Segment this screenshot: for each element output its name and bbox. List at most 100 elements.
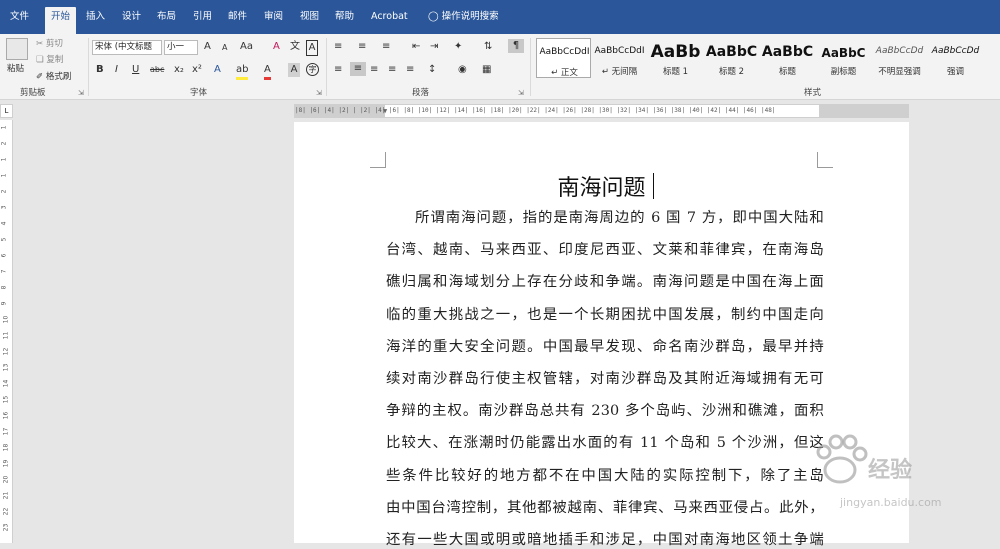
- font-color-button[interactable]: A: [264, 63, 271, 80]
- paw-icon: [816, 434, 868, 484]
- highlight-button[interactable]: ab: [236, 63, 249, 80]
- style-subtle-emphasis[interactable]: AaBbCcDd 不明显强调: [872, 38, 927, 78]
- style-heading-2[interactable]: AaBbC 标题 2: [704, 38, 759, 78]
- grow-font-button[interactable]: A: [204, 40, 211, 54]
- tab-mailings[interactable]: 邮件: [222, 7, 253, 27]
- vruler-number: 16: [2, 411, 10, 420]
- paragraph-line[interactable]: 还有一些大国或明或暗地插手和涉足，中国对南海地区领土争端: [386, 528, 824, 549]
- format-painter-button[interactable]: ✐ 格式刷: [36, 70, 71, 82]
- align-center-icon[interactable]: ≡: [350, 62, 366, 76]
- paste-button[interactable]: 粘贴: [7, 62, 24, 74]
- multilevel-list-icon[interactable]: ≡: [382, 40, 390, 54]
- indent-marker-icon[interactable]: ▼: [383, 105, 387, 117]
- distributed-icon[interactable]: ≡: [406, 63, 414, 77]
- tab-design[interactable]: 设计: [116, 7, 147, 27]
- style-subtitle[interactable]: AaBbC 副标题: [816, 38, 871, 78]
- subscript-button[interactable]: x₂: [174, 63, 184, 77]
- paragraph-group: ≡ ≡ ≡ ⇤ ⇥ ✦ ⇅ ¶ ≡ ≡ ≡ ≡ ≡ ↕ ◉ ▦ 段落 ⇲: [328, 34, 528, 100]
- chinese-layout-icon[interactable]: ✦: [454, 40, 462, 54]
- tab-review[interactable]: 审阅: [258, 7, 289, 27]
- show-marks-icon[interactable]: ¶: [508, 39, 524, 53]
- vruler-number: 14: [2, 379, 10, 388]
- style-normal[interactable]: AaBbCcDdI ↵ 正文: [536, 38, 591, 78]
- increase-indent-icon[interactable]: ⇥: [430, 40, 438, 54]
- tab-file[interactable]: 文件: [4, 7, 35, 27]
- sort-icon[interactable]: ⇅: [484, 40, 492, 54]
- bold-button[interactable]: B: [96, 63, 104, 77]
- font-family-dropdown[interactable]: 宋体 (中文标题: [92, 40, 162, 55]
- vruler-number: 20: [2, 475, 10, 484]
- shading-icon[interactable]: ◉: [458, 63, 467, 77]
- clipboard-launcher-icon[interactable]: ⇲: [78, 89, 84, 97]
- font-launcher-icon[interactable]: ⇲: [316, 89, 322, 97]
- paragraph-line[interactable]: 些条件比较好的地方都不在中国大陆的实际控制下，除了主岛: [386, 464, 824, 485]
- font-size-dropdown[interactable]: 小一: [164, 40, 198, 55]
- justify-icon[interactable]: ≡: [388, 63, 396, 77]
- style-no-spacing[interactable]: AaBbCcDdI ↵ 无间隔: [592, 38, 647, 78]
- ruler-numbers: |8| |6| |4| |2| | |2| |4| |6| |8| |10| |…: [295, 107, 776, 114]
- superscript-button[interactable]: x²: [192, 63, 202, 77]
- paragraph-line[interactable]: 争辩的主权。南沙群岛总共有 230 多个岛屿、沙洲和礁滩，面积: [386, 399, 824, 420]
- horizontal-ruler[interactable]: |8| |6| |4| |2| | |2| |4| |6| |8| |10| |…: [294, 104, 909, 118]
- tell-me-search[interactable]: ◯ 操作说明搜索: [422, 7, 505, 27]
- paragraph-line[interactable]: 所谓南海问题，指的是南海周边的 6 国 7 方，即中国大陆和: [415, 206, 824, 227]
- strikethrough-button[interactable]: abc: [150, 63, 164, 77]
- vruler-number: 22: [2, 507, 10, 516]
- paragraph-line[interactable]: 台湾、越南、马来西亚、印度尼西亚、文莱和菲律宾，在南海岛: [386, 238, 824, 259]
- tab-help[interactable]: 帮助: [329, 7, 360, 27]
- style-more[interactable]: A 明: [984, 38, 1000, 78]
- decrease-indent-icon[interactable]: ⇤: [412, 40, 420, 54]
- vruler-number: 9: [0, 301, 8, 306]
- char-border-button[interactable]: A: [306, 40, 318, 56]
- text-effects-button[interactable]: A: [214, 63, 221, 77]
- char-shading-button[interactable]: A: [288, 63, 300, 77]
- document-title[interactable]: 南海问题: [294, 170, 909, 202]
- vruler-number: 8: [0, 285, 8, 290]
- watermark-url: jingyan.baidu.com: [840, 496, 942, 509]
- change-case-button[interactable]: Aa: [240, 40, 253, 54]
- italic-button[interactable]: I: [115, 63, 118, 77]
- paragraph-line[interactable]: 海洋的重大安全问题。中国最早发现、命名南沙群岛，最早并持: [386, 335, 824, 356]
- paragraph-line[interactable]: 临的重大挑战之一，也是一个长期困扰中国发展，制约中国走向: [386, 303, 824, 324]
- line-spacing-icon[interactable]: ↕: [428, 63, 436, 77]
- lightbulb-icon: ◯: [428, 11, 439, 22]
- vruler-number: 17: [2, 427, 10, 436]
- paragraph-line[interactable]: 续对南沙群岛行使主权管辖，对南沙群岛及其附近海域拥有无可: [386, 367, 824, 388]
- vruler-number: 11: [2, 331, 10, 340]
- tab-layout[interactable]: 布局: [151, 7, 182, 27]
- align-left-icon[interactable]: ≡: [334, 63, 342, 77]
- divider: [88, 38, 89, 96]
- numbering-icon[interactable]: ≡: [358, 40, 366, 54]
- tab-home[interactable]: 开始: [45, 7, 77, 34]
- margin-corner-mark: [817, 152, 833, 168]
- tab-acrobat[interactable]: Acrobat: [365, 7, 414, 27]
- bullets-icon[interactable]: ≡: [334, 40, 342, 54]
- vruler-number: 18: [2, 443, 10, 452]
- paragraph-line[interactable]: 由中国台湾控制，其他都被越南、菲律宾、马来西亚侵占。此外，: [386, 496, 824, 517]
- cut-button[interactable]: ✂ 剪切: [36, 37, 63, 49]
- enclose-char-button[interactable]: 字: [306, 63, 319, 76]
- style-title[interactable]: AaBbC 标题: [760, 38, 815, 78]
- paragraph-line[interactable]: 礁归属和海域划分上存在分歧和争端。南海问题是中国在海上面: [386, 270, 824, 291]
- shrink-font-button[interactable]: A: [222, 41, 227, 55]
- tab-references[interactable]: 引用: [187, 7, 218, 27]
- tab-view[interactable]: 视图: [294, 7, 325, 27]
- paste-icon[interactable]: [6, 38, 28, 60]
- brush-icon: ✐: [36, 72, 44, 82]
- divider: [530, 38, 531, 96]
- style-heading-1[interactable]: AaBb 标题 1: [648, 38, 703, 78]
- ruler-corner-icon[interactable]: L: [0, 104, 13, 118]
- underline-button[interactable]: U: [132, 63, 139, 77]
- ribbon: 粘贴 ✂ 剪切 ❏ 复制 ✐ 格式刷 剪贴板 ⇲ 宋体 (中文标题 小一 A A…: [0, 34, 1000, 100]
- vertical-ruler[interactable]: 1 2 1 1 2 3 4 5 6 7 8 9 10 11 12 13 14 15 16 17 18 19 20 21 22 23: [0, 120, 13, 543]
- copy-button[interactable]: ❏ 复制: [36, 53, 63, 65]
- align-right-icon[interactable]: ≡: [370, 63, 378, 77]
- style-emphasis[interactable]: AaBbCcDd 强调: [928, 38, 983, 78]
- vruler-number: 1: [0, 157, 8, 162]
- tab-insert[interactable]: 插入: [80, 7, 111, 27]
- paragraph-launcher-icon[interactable]: ⇲: [518, 89, 524, 97]
- phonetic-guide-button[interactable]: 文: [290, 40, 300, 54]
- borders-icon[interactable]: ▦: [482, 63, 491, 77]
- clear-format-button[interactable]: A: [273, 40, 280, 54]
- paragraph-line[interactable]: 比较大、在涨潮时仍能露出水面的有 11 个岛和 5 个沙洲，但这: [386, 431, 824, 452]
